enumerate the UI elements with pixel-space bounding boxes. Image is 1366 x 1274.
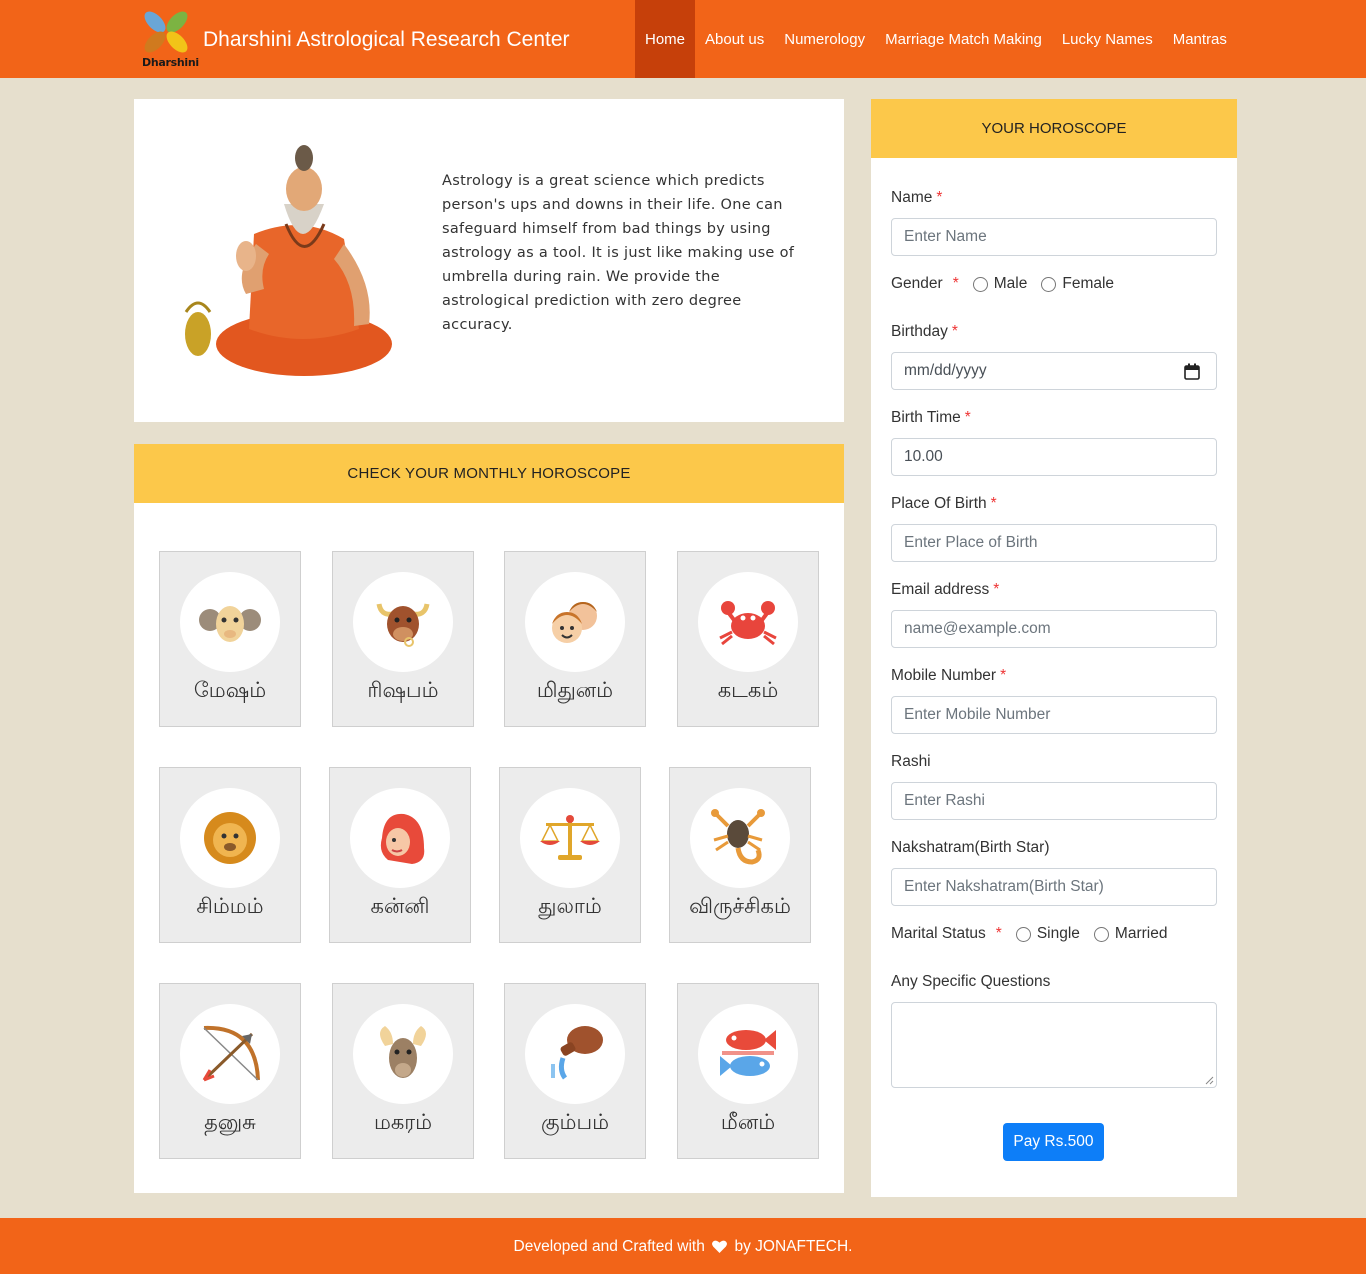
zodiac-card-meenam[interactable]: மீனம் bbox=[677, 983, 819, 1159]
sage-illustration bbox=[184, 145, 392, 376]
brand-title: Dharshini Astrological Research Center bbox=[203, 28, 570, 51]
name-label: Name * bbox=[891, 189, 943, 206]
horoscope-form-title: YOUR HOROSCOPE bbox=[871, 99, 1237, 158]
calendar-icon[interactable] bbox=[1184, 363, 1200, 380]
gender-female-option[interactable]: Female bbox=[1041, 275, 1114, 293]
email-input[interactable]: name@example.com bbox=[891, 610, 1217, 648]
monthly-horoscope-title: CHECK YOUR MONTHLY HOROSCOPE bbox=[134, 444, 844, 503]
zodiac-name: மீனம் bbox=[720, 1110, 776, 1134]
nav-lucky-names[interactable]: Lucky Names bbox=[1052, 0, 1163, 78]
marital-status-field: Marital Status * Single Married bbox=[891, 925, 1167, 943]
questions-textarea[interactable] bbox=[891, 1002, 1217, 1088]
zodiac-card-thulam[interactable]: துலாம் bbox=[499, 767, 641, 943]
nav-home[interactable]: Home bbox=[635, 0, 696, 78]
zodiac-name: விருச்சிகம் bbox=[689, 894, 791, 918]
nav-about-us[interactable]: About us bbox=[695, 0, 774, 78]
zodiac-name: ரிஷபம் bbox=[367, 678, 439, 702]
zodiac-name: மிதுனம் bbox=[536, 678, 614, 702]
gender-female-radio[interactable] bbox=[1041, 276, 1057, 292]
navbar: Dharshini Dharshini Astrological Researc… bbox=[0, 0, 1366, 78]
logo-text: Dharshini bbox=[142, 56, 199, 69]
zodiac-name: தனுசு bbox=[204, 1110, 256, 1134]
bow-arrow-icon bbox=[180, 1004, 280, 1104]
gender-male-option[interactable]: Male bbox=[972, 275, 1027, 293]
gender-male-radio[interactable] bbox=[972, 276, 988, 292]
water-pot-icon bbox=[525, 1004, 625, 1104]
zodiac-name: மேஷம் bbox=[193, 678, 267, 702]
logo: Dharshini bbox=[140, 8, 199, 70]
zodiac-name: மகரம் bbox=[373, 1110, 433, 1134]
zodiac-card-viruchigam[interactable]: விருச்சிகம் bbox=[669, 767, 811, 943]
zodiac-name: சிம்மம் bbox=[196, 894, 264, 918]
intro-card: Astrology is a great science which predi… bbox=[134, 99, 844, 422]
footer-text-before: Developed and Crafted with bbox=[513, 1238, 705, 1255]
lion-icon bbox=[180, 788, 280, 888]
zodiac-card-mesham[interactable]: மேஷம் bbox=[159, 551, 301, 727]
bull-icon bbox=[353, 572, 453, 672]
crab-icon bbox=[698, 572, 798, 672]
name-input[interactable]: Enter Name bbox=[891, 218, 1217, 256]
zodiac-name: துலாம் bbox=[538, 894, 602, 918]
goat-icon bbox=[353, 1004, 453, 1104]
zodiac-name: கன்னி bbox=[370, 894, 430, 918]
marital-single-option[interactable]: Single bbox=[1015, 925, 1080, 943]
birthday-label: Birthday * bbox=[891, 323, 958, 340]
nav-mantras[interactable]: Mantras bbox=[1163, 0, 1237, 78]
twins-icon bbox=[525, 572, 625, 672]
email-label: Email address * bbox=[891, 581, 1000, 598]
zodiac-card-magaram[interactable]: மகரம் bbox=[332, 983, 474, 1159]
scales-icon bbox=[520, 788, 620, 888]
marital-married-option[interactable]: Married bbox=[1093, 925, 1167, 943]
gender-field: Gender * Male Female bbox=[891, 275, 1114, 293]
zodiac-card-kanni[interactable]: கன்னி bbox=[329, 767, 471, 943]
heart-icon bbox=[712, 1240, 728, 1253]
ram-icon bbox=[180, 572, 280, 672]
footer-text-after: by JONAFTECH. bbox=[734, 1238, 853, 1255]
mobile-input[interactable]: Enter Mobile Number bbox=[891, 696, 1217, 734]
zodiac-card-simmam[interactable]: சிம்மம் bbox=[159, 767, 301, 943]
monthly-horoscope-card: CHECK YOUR MONTHLY HOROSCOPE மேஷம் ரிஷபம… bbox=[134, 444, 844, 1193]
horoscope-form-card: YOUR HOROSCOPE Name * Enter Name Gender * … bbox=[871, 99, 1237, 1197]
nav-marriage-match-making[interactable]: Marriage Match Making bbox=[875, 0, 1052, 78]
birth-time-label: Birth Time * bbox=[891, 409, 971, 426]
footer: Developed and Crafted with by JONAFTECH. bbox=[0, 1218, 1366, 1274]
mobile-label: Mobile Number * bbox=[891, 667, 1007, 684]
zodiac-name: கும்பம் bbox=[541, 1110, 609, 1134]
marital-single-radio[interactable] bbox=[1015, 926, 1031, 942]
zodiac-card-kadagam[interactable]: கடகம் bbox=[677, 551, 819, 727]
rashi-label: Rashi bbox=[891, 753, 931, 770]
main-nav: Home About us Numerology Marriage Match … bbox=[635, 0, 1237, 78]
birth-time-input[interactable]: 10.00 bbox=[891, 438, 1217, 476]
fish-icon bbox=[698, 1004, 798, 1104]
zodiac-card-rishabam[interactable]: ரிஷபம் bbox=[332, 551, 474, 727]
marital-status-label: Marital Status * bbox=[891, 925, 1002, 942]
nakshatram-input[interactable]: Enter Nakshatram(Birth Star) bbox=[891, 868, 1217, 906]
place-of-birth-input[interactable]: Enter Place of Birth bbox=[891, 524, 1217, 562]
brand[interactable]: Dharshini Dharshini Astrological Researc… bbox=[140, 8, 570, 70]
questions-label: Any Specific Questions bbox=[891, 973, 1051, 990]
nav-numerology[interactable]: Numerology bbox=[774, 0, 875, 78]
gender-label: Gender * bbox=[891, 275, 959, 292]
nakshatram-label: Nakshatram(Birth Star) bbox=[891, 839, 1050, 856]
zodiac-card-kumbam[interactable]: கும்பம் bbox=[504, 983, 646, 1159]
pay-button[interactable]: Pay Rs.500 bbox=[1003, 1123, 1104, 1161]
birthday-input[interactable]: mm/dd/yyyy bbox=[891, 352, 1217, 390]
marital-married-radio[interactable] bbox=[1093, 926, 1109, 942]
maiden-icon bbox=[350, 788, 450, 888]
rashi-input[interactable]: Enter Rashi bbox=[891, 782, 1217, 820]
intro-text: Astrology is a great science which predi… bbox=[442, 173, 795, 333]
resize-handle-icon[interactable] bbox=[1205, 1076, 1214, 1085]
zodiac-card-mithunam[interactable]: மிதுனம் bbox=[504, 551, 646, 727]
scorpion-icon bbox=[690, 788, 790, 888]
place-of-birth-label: Place Of Birth * bbox=[891, 495, 997, 512]
zodiac-card-dhanusu[interactable]: தனுசு bbox=[159, 983, 301, 1159]
zodiac-name: கடகம் bbox=[717, 678, 779, 702]
